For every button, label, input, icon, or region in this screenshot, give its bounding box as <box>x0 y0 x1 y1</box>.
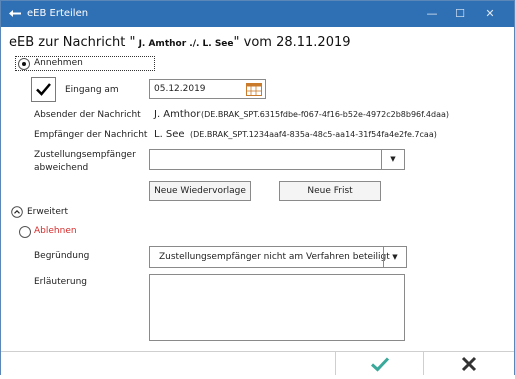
window-title: eEB Erteilen <box>27 8 89 19</box>
recipient-name: L. See <box>154 129 185 140</box>
heading-suffix: " vom 28.11.2019 <box>233 35 351 50</box>
accept-radio[interactable] <box>18 58 30 70</box>
dialog-footer <box>1 351 514 375</box>
deviating-label-line1: Zustellungsempfänger <box>34 150 136 160</box>
chevron-down-icon[interactable]: ▼ <box>383 247 406 267</box>
arrow-app-icon <box>9 10 21 17</box>
maximize-icon[interactable]: ☐ <box>449 5 471 23</box>
cancel-button[interactable] <box>424 352 514 375</box>
expander-label[interactable]: Erweitert <box>27 207 68 217</box>
deviating-label-line2: abweichend <box>34 163 89 173</box>
sender-id: (DE.BRAK_SPT.6315fdbe-f067-4f16-b52e-497… <box>201 110 449 119</box>
title-bar[interactable]: eEB Erteilen — ☐ ✕ <box>1 1 514 27</box>
chevron-down-icon[interactable]: ▼ <box>381 150 404 169</box>
checkmark-icon <box>370 357 389 372</box>
dialog-window: eEB Erteilen — ☐ ✕ eEB zur Nachricht " J… <box>0 0 515 375</box>
reason-dropdown[interactable]: Zustellungsempfänger nicht am Verfahren … <box>149 246 407 268</box>
eingang-label: Eingang am <box>65 85 119 95</box>
explanation-textarea[interactable] <box>149 274 405 341</box>
reason-value: Zustellungsempfänger nicht am Verfahren … <box>159 252 390 262</box>
eingang-date-field[interactable]: 05.12.2019 <box>149 79 266 99</box>
recipient-id: (DE.BRAK_SPT.1234aaf4-835a-48c5-aa14-31f… <box>190 130 437 139</box>
close-icon[interactable]: ✕ <box>479 5 501 23</box>
heading-prefix: eEB zur Nachricht " <box>9 35 136 50</box>
collapse-chevron-icon[interactable] <box>11 206 23 218</box>
recipient-label: Empfänger der Nachricht <box>34 130 148 140</box>
checkmark-icon <box>36 83 51 96</box>
accept-label[interactable]: Annehmen <box>34 58 83 68</box>
reason-label: Begründung <box>34 251 90 261</box>
calendar-icon[interactable] <box>246 82 262 96</box>
dialog-heading: eEB zur Nachricht " J. Amthor ./. L. See… <box>9 35 351 50</box>
eingang-checkbox[interactable] <box>31 77 56 102</box>
reject-label[interactable]: Ablehnen <box>34 226 77 236</box>
reject-radio[interactable] <box>19 226 31 238</box>
new-wiedervorlage-button[interactable]: Neue Wiedervorlage <box>149 181 251 201</box>
new-frist-button[interactable]: Neue Frist <box>279 181 381 201</box>
confirm-button[interactable] <box>336 352 423 375</box>
close-x-icon <box>461 356 477 372</box>
sender-name: J. Amthor <box>154 109 201 120</box>
eingang-date-value: 05.12.2019 <box>154 84 206 94</box>
sender-label: Absender der Nachricht <box>34 110 141 120</box>
minimize-icon[interactable]: — <box>421 5 443 23</box>
heading-parties: J. Amthor ./. L. See <box>135 39 234 49</box>
explanation-label: Erläuterung <box>34 277 87 287</box>
deviating-recipient-dropdown[interactable]: ▼ <box>149 149 405 170</box>
